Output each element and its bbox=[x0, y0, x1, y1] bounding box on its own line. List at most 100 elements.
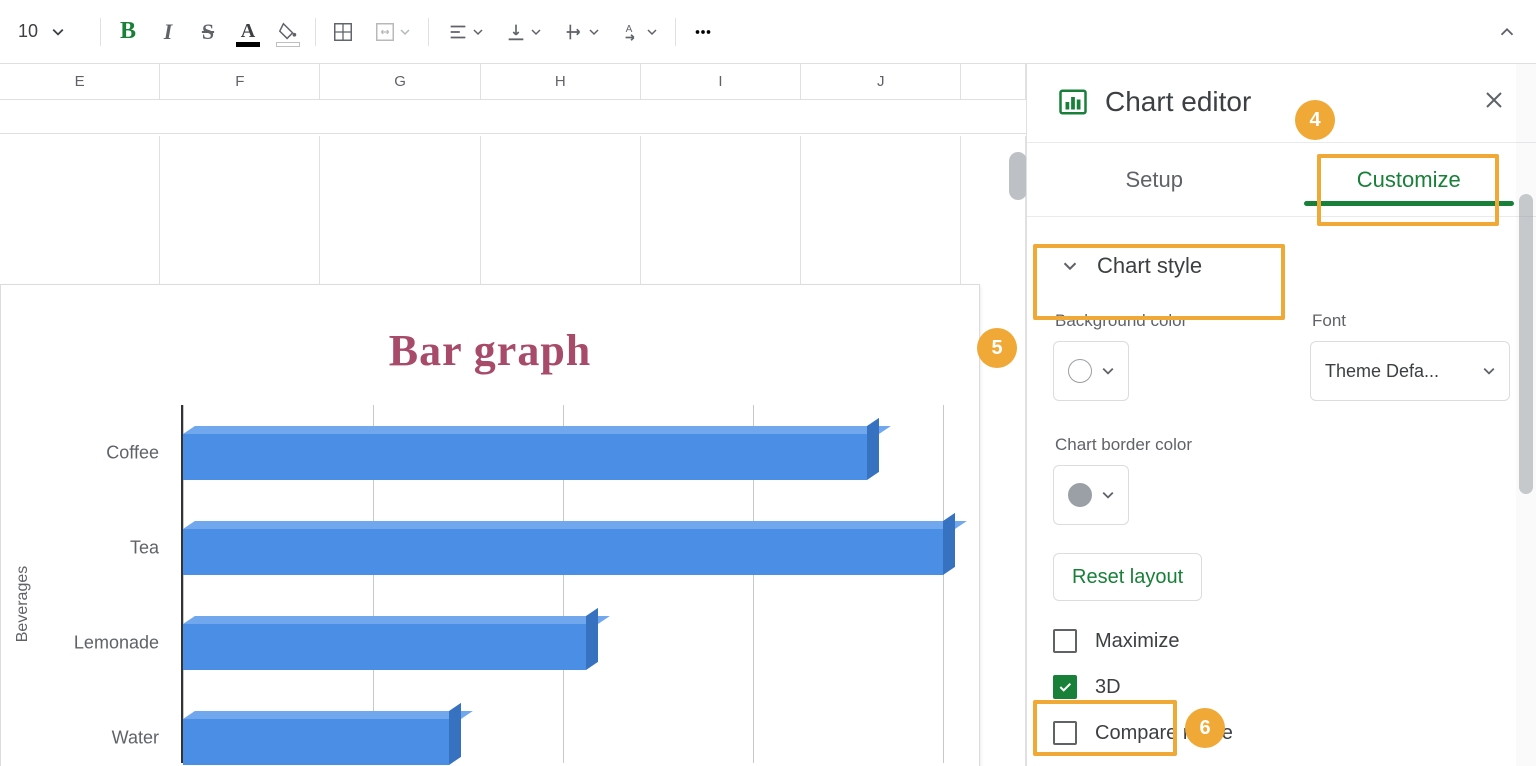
borders-button[interactable] bbox=[324, 13, 362, 51]
chevron-down-icon bbox=[473, 27, 483, 37]
font-size-value: 10 bbox=[18, 21, 38, 42]
bar bbox=[183, 521, 943, 567]
merge-icon bbox=[374, 21, 396, 43]
close-icon bbox=[1482, 88, 1506, 112]
section-label: Chart style bbox=[1097, 253, 1202, 279]
align-bottom-icon bbox=[505, 21, 527, 43]
sidebar-scrollbar[interactable] bbox=[1516, 64, 1536, 766]
font-field: Font Theme Defa... bbox=[1310, 305, 1510, 401]
checkbox-checked[interactable] bbox=[1053, 675, 1077, 699]
3d-label: 3D bbox=[1095, 676, 1121, 699]
maximize-option[interactable]: Maximize bbox=[1053, 629, 1510, 653]
field-label: Chart border color bbox=[1055, 435, 1508, 455]
plot-area bbox=[181, 405, 939, 763]
column-header[interactable]: H bbox=[481, 64, 641, 99]
border-color-picker[interactable] bbox=[1053, 465, 1129, 525]
border-color-field: Chart border color bbox=[1053, 435, 1510, 525]
tab-setup[interactable]: Setup bbox=[1027, 143, 1282, 216]
color-swatch-white bbox=[1068, 359, 1092, 383]
fill-color-button[interactable] bbox=[269, 13, 307, 51]
chevron-down-icon bbox=[1483, 365, 1495, 377]
chart-editor-icon bbox=[1057, 86, 1089, 118]
column-header[interactable]: I bbox=[641, 64, 801, 99]
gridline bbox=[943, 405, 944, 763]
field-label: Font bbox=[1312, 311, 1508, 331]
chart-body: Beverages 02505007501000 CoffeeTeaLemona… bbox=[31, 405, 949, 766]
background-color-field: Background color bbox=[1053, 305, 1238, 401]
category-label: Water bbox=[31, 727, 171, 748]
checkbox-unchecked[interactable] bbox=[1053, 721, 1077, 745]
close-button[interactable] bbox=[1482, 88, 1506, 117]
svg-text:A: A bbox=[626, 24, 633, 35]
spreadsheet-area[interactable]: EFGHIJ Bar graph Beverages 0250500750100… bbox=[0, 64, 1026, 766]
sidebar-title: Chart editor bbox=[1105, 86, 1251, 118]
horizontal-align-button[interactable] bbox=[437, 13, 493, 51]
text-color-button[interactable]: A bbox=[229, 13, 267, 51]
toolbar-separator bbox=[428, 18, 429, 46]
collapse-toolbar-button[interactable] bbox=[1488, 13, 1526, 51]
font-size-dropdown[interactable]: 10 bbox=[10, 17, 72, 47]
toolbar: 10 B I S A A bbox=[0, 0, 1536, 64]
column-header[interactable]: J bbox=[801, 64, 961, 99]
bar bbox=[183, 711, 449, 757]
sheet-scrollbar[interactable] bbox=[1009, 102, 1026, 232]
strikethrough-button[interactable]: S bbox=[189, 13, 227, 51]
italic-button[interactable]: I bbox=[149, 13, 187, 51]
chevron-down-icon bbox=[1102, 489, 1114, 501]
text-rotation-button[interactable]: A bbox=[611, 13, 667, 51]
chevron-down-icon bbox=[589, 27, 599, 37]
toolbar-separator bbox=[315, 18, 316, 46]
checkbox-unchecked[interactable] bbox=[1053, 629, 1077, 653]
borders-icon bbox=[332, 21, 354, 43]
bar bbox=[183, 616, 586, 662]
category-label: Lemonade bbox=[31, 632, 171, 653]
font-dropdown[interactable]: Theme Defa... bbox=[1310, 341, 1510, 401]
text-wrap-button[interactable] bbox=[553, 13, 609, 51]
y-axis-label: Beverages bbox=[14, 566, 32, 643]
toolbar-separator bbox=[100, 18, 101, 46]
column-header[interactable] bbox=[961, 64, 1026, 99]
merge-cells-button[interactable] bbox=[364, 13, 420, 51]
check-icon bbox=[1057, 679, 1073, 695]
align-left-icon bbox=[447, 21, 469, 43]
chevron-down-icon bbox=[1059, 255, 1081, 277]
sidebar-body: Chart style Background color Font Theme … bbox=[1027, 217, 1536, 745]
3d-option[interactable]: 3D bbox=[1053, 675, 1510, 699]
background-color-picker[interactable] bbox=[1053, 341, 1129, 401]
chevron-down-icon bbox=[400, 27, 410, 37]
chevron-down-icon bbox=[52, 26, 64, 38]
text-overflow-icon bbox=[563, 21, 585, 43]
column-header[interactable]: E bbox=[0, 64, 160, 99]
tab-customize[interactable]: Customize bbox=[1282, 143, 1536, 216]
bar bbox=[183, 426, 867, 472]
column-header[interactable]: F bbox=[160, 64, 320, 99]
chevron-up-icon bbox=[1496, 21, 1518, 43]
more-button[interactable] bbox=[684, 13, 722, 51]
column-header[interactable]: G bbox=[320, 64, 480, 99]
chart[interactable]: Bar graph Beverages 02505007501000 Coffe… bbox=[0, 284, 980, 766]
maximize-label: Maximize bbox=[1095, 630, 1179, 653]
compare-mode-label: Compare mode bbox=[1095, 722, 1233, 745]
category-label: Tea bbox=[31, 537, 171, 558]
compare-mode-option[interactable]: Compare mode bbox=[1053, 721, 1510, 745]
toolbar-separator bbox=[675, 18, 676, 46]
font-value: Theme Defa... bbox=[1325, 361, 1439, 382]
chart-editor-sidebar: Chart editor Setup Customize Chart style… bbox=[1026, 64, 1536, 766]
paint-bucket-icon bbox=[277, 21, 299, 43]
vertical-align-button[interactable] bbox=[495, 13, 551, 51]
chevron-down-icon bbox=[647, 27, 657, 37]
field-label: Background color bbox=[1055, 311, 1236, 331]
category-label: Coffee bbox=[31, 442, 171, 463]
bold-button[interactable]: B bbox=[109, 13, 147, 51]
chevron-down-icon bbox=[531, 27, 541, 37]
more-horizontal-icon bbox=[692, 21, 714, 43]
reset-layout-button[interactable]: Reset layout bbox=[1053, 553, 1202, 601]
chart-style-section[interactable]: Chart style bbox=[1053, 227, 1510, 305]
sidebar-header: Chart editor bbox=[1027, 64, 1536, 143]
sidebar-tabs: Setup Customize bbox=[1027, 143, 1536, 217]
chart-style-checkboxes: Maximize 3D Compare mode bbox=[1053, 629, 1510, 745]
chart-title: Bar graph bbox=[1, 325, 979, 376]
color-swatch-gray bbox=[1068, 483, 1092, 507]
grid-row bbox=[0, 100, 1026, 134]
chevron-down-icon bbox=[1102, 365, 1114, 377]
